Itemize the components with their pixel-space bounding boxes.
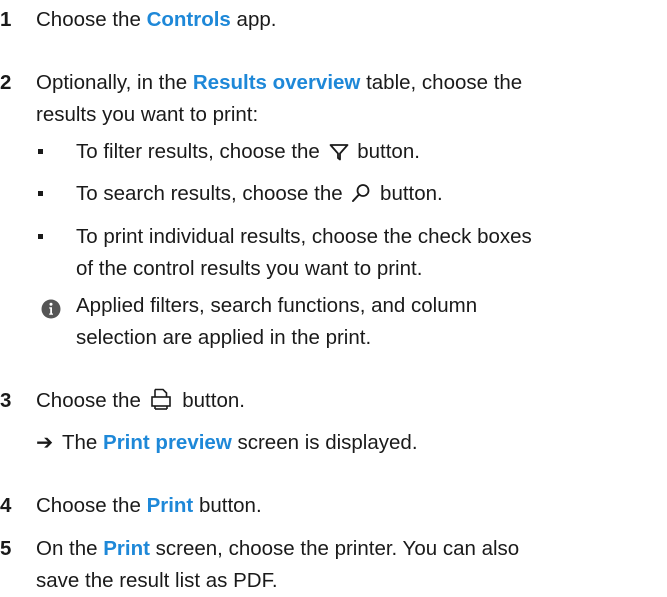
bullet-marker [38, 191, 43, 196]
step-text: Choose the button. [36, 385, 656, 420]
bullet-text: To search results, choose the button. [76, 178, 656, 213]
print-icon [150, 388, 174, 420]
step-3-result: ➔ The Print preview screen is displayed. [36, 427, 656, 459]
bullet-marker [38, 149, 43, 154]
step-text: Choose the Controls app. [36, 8, 277, 31]
print-screen-link: Print [103, 537, 150, 560]
step-number: 2 [0, 71, 12, 94]
bullet-text: To print individual results, choose the … [76, 225, 532, 280]
bullet-text: To filter results, choose the button. [76, 136, 656, 171]
step-text: Choose the Print button. [36, 494, 262, 517]
filter-icon [329, 139, 349, 171]
controls-app-link: Controls [146, 8, 231, 31]
info-text: Applied filters, search functions, and c… [76, 294, 478, 349]
bullet-marker [38, 234, 43, 239]
print-button-link: Print [146, 494, 194, 517]
step-text: Optionally, in the Results overview tabl… [36, 71, 523, 126]
print-preview-link: Print preview [103, 431, 232, 454]
search-icon [351, 181, 371, 213]
step-number: 3 [0, 389, 12, 412]
instruction-page: 1 Choose the Controls app. 2 Optionally,… [0, 0, 667, 592]
info-icon [41, 297, 61, 319]
step-text: On the Print screen, choose the printer.… [36, 537, 520, 592]
step-number: 5 [0, 537, 12, 560]
step-number: 1 [0, 8, 12, 31]
result-arrow: ➔ [36, 431, 54, 454]
step-number: 4 [0, 494, 12, 517]
results-overview-link: Results overview [192, 71, 361, 94]
